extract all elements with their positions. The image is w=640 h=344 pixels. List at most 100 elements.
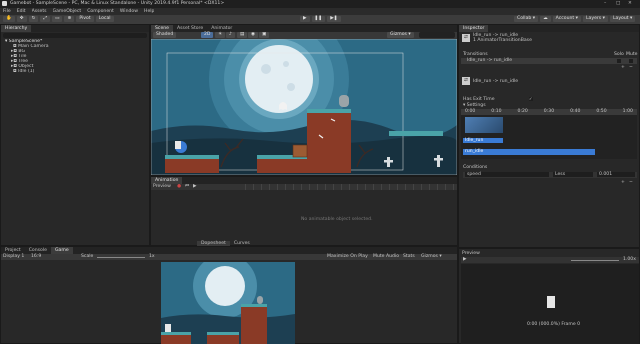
tab-scene[interactable]: Scene xyxy=(151,25,174,32)
menu-bar: File Edit Assets GameObject Component Wi… xyxy=(0,8,640,15)
menu-window[interactable]: Window xyxy=(120,8,138,15)
layers-dropdown[interactable]: Layers ▾ xyxy=(583,16,608,22)
animation-timeline[interactable] xyxy=(245,184,457,190)
condition-operator-dropdown[interactable]: Less xyxy=(553,172,593,177)
cloud-icon[interactable]: ☁ xyxy=(540,16,551,22)
rotate-tool-icon[interactable]: ↻ xyxy=(28,16,39,22)
tab-game[interactable]: Game xyxy=(50,247,73,254)
tick-4: 0:40 xyxy=(570,109,581,114)
hand-tool-icon[interactable]: ✋ xyxy=(3,16,15,22)
scene-visibility-icon[interactable]: ◉ xyxy=(248,32,259,38)
preview-viewport[interactable]: 0:00 (000.0%) Frame 0 xyxy=(461,264,639,344)
remove-condition-icon[interactable]: − xyxy=(629,180,633,185)
tab-project[interactable]: Project xyxy=(1,247,25,254)
clip-bar-a[interactable]: Idle_run xyxy=(463,138,503,143)
transition-list-row[interactable]: Idle_run -> run_idle xyxy=(461,58,637,64)
transition-timeline[interactable]: 0:00 0:10 0:20 0:30 0:40 0:50 1:00 Idle_… xyxy=(461,109,637,159)
preview-speed-slider[interactable] xyxy=(571,259,619,261)
camera-icon[interactable]: ▣ xyxy=(259,32,270,38)
tab-console[interactable]: Console xyxy=(25,247,51,254)
move-tool-icon[interactable]: ✥ xyxy=(16,16,27,22)
tombstone xyxy=(339,95,349,107)
add-icon[interactable]: + xyxy=(621,65,625,70)
menu-assets[interactable]: Assets xyxy=(32,8,47,15)
main-toolbar: ✋ ✥ ↻ ⤢ ▭ ⊕ Pivot Local ▶ ❚❚ ▶❚ Collab ▾… xyxy=(0,15,640,24)
scale-tool-icon[interactable]: ⤢ xyxy=(40,16,51,22)
preview-play-icon[interactable]: ▶ xyxy=(463,257,467,263)
minimize-icon[interactable]: – xyxy=(604,0,606,8)
menu-edit[interactable]: Edit xyxy=(17,8,26,15)
maximize-icon[interactable]: □ xyxy=(616,0,620,8)
menu-component[interactable]: Component xyxy=(87,8,114,15)
preview-toggle[interactable]: Preview xyxy=(153,184,171,190)
step-icon[interactable]: ▶❚ xyxy=(327,16,341,22)
tab-animation[interactable]: Animation xyxy=(151,177,183,184)
scale-slider[interactable] xyxy=(97,256,145,258)
transform-tool-icon[interactable]: ⊕ xyxy=(64,16,75,22)
hierarchy-search[interactable] xyxy=(3,33,147,38)
tick-5: 0:50 xyxy=(596,109,607,114)
remove-icon[interactable]: − xyxy=(629,65,633,70)
transitions-label: Transitions xyxy=(463,52,488,57)
preview-toolbar: ▶ 1.00x xyxy=(461,257,639,263)
pillar xyxy=(307,111,351,173)
effects-icon[interactable]: ▤ xyxy=(237,32,248,38)
collab-dropdown[interactable]: Collab ▾ xyxy=(514,16,539,22)
has-exit-time-checkbox[interactable]: ✓ xyxy=(529,97,533,101)
play-icon[interactable]: ▶ xyxy=(300,16,310,22)
solo-label: Solo xyxy=(614,52,624,57)
add-condition-icon[interactable]: + xyxy=(621,180,625,185)
condition-value-input[interactable]: 0.001 xyxy=(597,172,635,177)
scale-label: Scale xyxy=(81,254,94,259)
condition-row: speed Less 0.001 xyxy=(463,172,637,178)
preview-panel: Preview ▶ 1.00x 0:00 (000.0%) Frame 0 xyxy=(458,248,640,344)
account-dropdown[interactable]: Account ▾ xyxy=(552,16,581,22)
game-gizmos-dropdown[interactable]: Gizmos ▾ xyxy=(421,254,442,260)
condition-param-dropdown[interactable]: speed xyxy=(465,172,549,177)
inspector-panel: Inspector ⇄ Idle_run -> run_idle 1 Anima… xyxy=(458,24,640,248)
aspect-dropdown[interactable]: 16:9 xyxy=(31,254,41,260)
transition-sub-title: Idle_run -> run_idle xyxy=(473,79,519,84)
hierarchy-tree: ▾ SampleScene* ◘ Main Camera ▸◘ BG ▸◘ Ti… xyxy=(5,39,145,74)
game-view[interactable] xyxy=(161,262,295,344)
rect-tool-icon[interactable]: ▭ xyxy=(52,16,63,22)
tab-animator[interactable]: Animator xyxy=(207,25,236,32)
play-animation-icon[interactable]: ▶ xyxy=(193,184,197,190)
mute-audio-toggle[interactable]: Mute Audio xyxy=(373,254,399,260)
conditions-label: Conditions xyxy=(463,165,488,170)
moon xyxy=(245,45,313,113)
menu-help[interactable]: Help xyxy=(144,8,154,15)
first-key-icon[interactable]: ⏮ xyxy=(185,184,189,190)
mute-label: Mute xyxy=(626,52,638,57)
record-icon[interactable]: ● xyxy=(177,184,181,190)
tree-item-idle[interactable]: ◘ Idle (1) xyxy=(5,69,145,74)
menu-file[interactable]: File xyxy=(3,8,11,15)
pivot-toggle[interactable]: Pivot xyxy=(76,16,94,22)
tick-1: 0:10 xyxy=(491,109,502,114)
stats-toggle[interactable]: Stats xyxy=(403,254,415,260)
2d-toggle[interactable]: 2D xyxy=(201,32,214,38)
solo-checkbox[interactable] xyxy=(617,59,621,63)
layout-dropdown[interactable]: Layout ▾ xyxy=(609,16,636,22)
maximize-on-play-toggle[interactable]: Maximize On Play xyxy=(327,254,368,260)
audio-icon[interactable]: ♪ xyxy=(226,32,235,38)
display-dropdown[interactable]: Display 1 xyxy=(3,254,24,260)
mute-checkbox[interactable] xyxy=(629,59,633,63)
tab-asset-store[interactable]: Asset Store xyxy=(173,25,207,32)
settings-foldout[interactable]: ▾ Settings xyxy=(463,103,486,108)
scene-viewport[interactable] xyxy=(151,39,457,175)
scene-search-icon[interactable] xyxy=(419,32,455,38)
has-exit-time-label: Has Exit Time xyxy=(463,97,495,102)
close-icon[interactable]: ✕ xyxy=(628,0,632,8)
gizmos-dropdown[interactable]: Gizmos ▾ xyxy=(387,32,414,38)
scale-value: 1x xyxy=(149,254,155,259)
crate xyxy=(292,144,308,158)
clip-bar-b[interactable]: run_idle xyxy=(463,149,595,155)
lighting-icon[interactable]: ☀ xyxy=(215,32,226,38)
shading-dropdown[interactable]: Shaded xyxy=(153,32,177,38)
local-toggle[interactable]: Local xyxy=(95,16,114,22)
pause-icon[interactable]: ❚❚ xyxy=(311,16,326,22)
menu-gameobject[interactable]: GameObject xyxy=(53,8,82,15)
tab-hierarchy[interactable]: Hierarchy xyxy=(1,25,32,32)
tab-inspector[interactable]: Inspector xyxy=(459,25,489,32)
